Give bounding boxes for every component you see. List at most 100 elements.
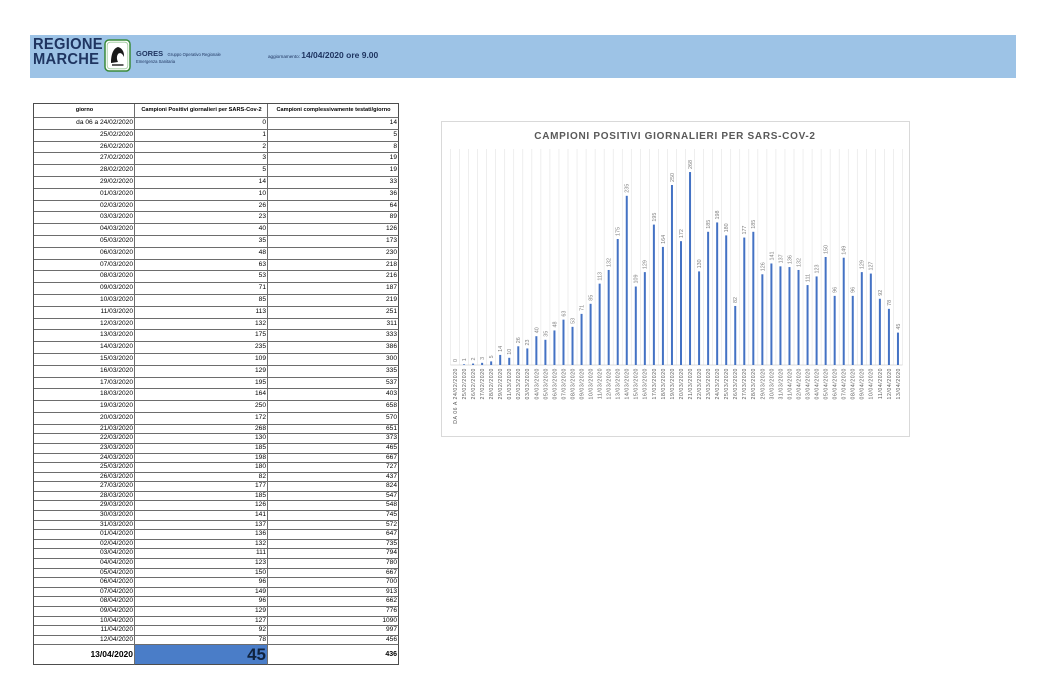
x-tick-label-31: 26/03/2020	[733, 368, 739, 399]
cell-giorno: 02/03/2020	[34, 200, 135, 213]
cell-giorno: 09/03/2020	[34, 283, 135, 295]
cell-giorno: 31/03/2020	[34, 520, 135, 531]
table-row: 01/04/2020 136 647	[34, 530, 399, 540]
table-row: 13/03/2020 175 333	[34, 330, 399, 343]
cell-testati: 647	[268, 530, 399, 540]
data-label-25: 172	[679, 229, 685, 238]
cell-testati: 219	[268, 294, 399, 307]
x-tick-label-9: 04/03/2020	[534, 368, 540, 399]
bar-33	[752, 231, 755, 365]
cell-testati: 745	[268, 511, 399, 521]
bar-11	[553, 330, 556, 365]
bar-chart: CAMPIONI POSITIVI GIORNALIERI PER SARS-C…	[450, 131, 903, 424]
cell-giorno: 16/03/2020	[34, 365, 135, 378]
cell-testati: 572	[268, 520, 399, 531]
cell-testati: 824	[268, 482, 399, 492]
x-tick-label-34: 29/03/2020	[760, 368, 766, 399]
column-header-positivi: Campioni Positivi giornalieri per SARS-C…	[135, 104, 268, 118]
cell-positivi: 26	[135, 200, 268, 213]
table-row: 08/04/2020 96 662	[34, 597, 399, 607]
bar-26	[689, 172, 692, 365]
cell-positivi: 63	[135, 259, 268, 272]
bar-15	[589, 303, 592, 365]
cell-positivi: 250	[135, 401, 268, 413]
data-label-32: 177	[742, 226, 748, 235]
table-row: 27/02/2020 3 19	[34, 153, 399, 166]
cell-testati: 64	[268, 200, 399, 213]
table-row: 11/03/2020 113 251	[34, 306, 399, 319]
cell-positivi: 92	[135, 626, 268, 636]
x-tick-label-29: 24/03/2020	[715, 368, 721, 399]
cell-testati: 5	[268, 129, 399, 142]
header-bar: REGIONE MARCHE GORES Gruppo Operativo Re…	[30, 35, 1016, 78]
cell-giorno: 27/03/2020	[34, 482, 135, 492]
logo-line-1: REGIONE	[33, 36, 103, 53]
data-label-0: 0	[453, 359, 459, 362]
bar-20	[634, 286, 637, 365]
cell-testati: 570	[268, 412, 399, 425]
x-tick-label-36: 31/03/2020	[778, 368, 784, 399]
data-label-49: 45	[896, 324, 902, 330]
cell-testati: 735	[268, 539, 399, 550]
data-label-13: 53	[570, 318, 576, 324]
data-label-10: 35	[543, 331, 549, 337]
cell-positivi: 180	[135, 463, 268, 473]
table-row: 27/03/2020 177 824	[34, 482, 399, 492]
table-row: 10/03/2020 85 219	[34, 294, 399, 307]
bar-30	[725, 235, 728, 365]
cell-positivi: 96	[135, 597, 268, 607]
data-label-48: 78	[887, 300, 893, 306]
table-row: 21/03/2020 268 651	[34, 424, 399, 435]
cell-giorno: da 06 a 24/02/2020	[34, 118, 135, 130]
data-label-23: 164	[661, 235, 667, 244]
data-label-5: 14	[498, 346, 504, 352]
cell-positivi: 185	[135, 443, 268, 454]
bar-29	[716, 222, 719, 365]
cell-positivi: 164	[135, 389, 268, 402]
cell-giorno: 20/03/2020	[34, 412, 135, 425]
x-tick-label-25: 20/03/2020	[679, 368, 685, 399]
data-label-20: 109	[634, 275, 640, 284]
x-tick-label-0: DA 06 A 24/02/2020	[453, 368, 459, 424]
data-label-19: 235	[625, 184, 631, 193]
cell-positivi: 127	[135, 616, 268, 627]
cell-testati: 386	[268, 342, 399, 354]
data-label-42: 96	[833, 287, 839, 293]
table-row: 08/03/2020 53 216	[34, 271, 399, 284]
cell-testati: 300	[268, 353, 399, 366]
data-label-22: 195	[652, 213, 658, 222]
x-tick-label-23: 18/03/2020	[661, 368, 667, 399]
data-label-37: 136	[787, 255, 793, 264]
cell-giorno: 15/03/2020	[34, 353, 135, 366]
cell-positivi: 1	[135, 129, 268, 142]
bar-24	[670, 185, 673, 365]
cell-testati: 19	[268, 153, 399, 166]
bar-45	[860, 272, 863, 365]
x-tick-label-24: 19/03/2020	[670, 368, 676, 399]
x-tick-label-30: 25/03/2020	[724, 368, 730, 399]
table-row: 01/03/2020 10 36	[34, 188, 399, 201]
cell-giorno: 25/02/2020	[34, 129, 135, 142]
regione-marche-logo: REGIONE MARCHE	[33, 36, 103, 68]
cell-giorno: 24/03/2020	[34, 453, 135, 464]
cell-positivi: 78	[135, 635, 268, 646]
bar-5	[499, 354, 502, 365]
data-label-28: 185	[706, 220, 712, 229]
cell-positivi: 177	[135, 482, 268, 492]
data-label-33: 185	[751, 220, 757, 229]
cell-positivi: 198	[135, 453, 268, 464]
table-row: 18/03/2020 164 403	[34, 389, 399, 402]
x-tick-label-2: 26/02/2020	[471, 368, 477, 399]
table-row: 16/03/2020 129 335	[34, 365, 399, 378]
x-tick-label-18: 13/03/2020	[616, 368, 622, 399]
cell-giorno: 04/03/2020	[34, 224, 135, 236]
column-header-giorno: giorno	[34, 104, 135, 118]
cell-positivi: 195	[135, 377, 268, 390]
x-tick-label-11: 06/03/2020	[552, 368, 558, 399]
data-label-29: 198	[715, 210, 721, 219]
table-row: 30/03/2020 141 745	[34, 511, 399, 521]
cell-testati: 173	[268, 235, 399, 248]
cell-testati: 700	[268, 578, 399, 588]
cell-testati: 89	[268, 212, 399, 225]
bar-41	[824, 257, 827, 365]
